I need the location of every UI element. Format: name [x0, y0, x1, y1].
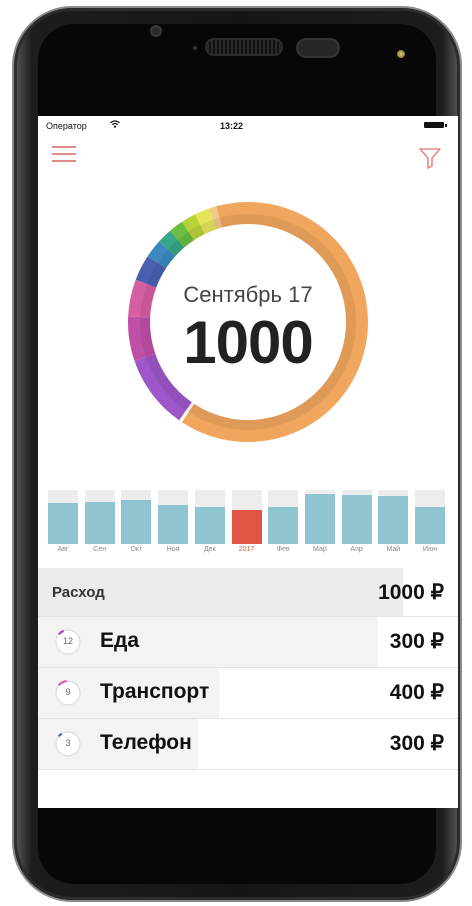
- front-sensor-pill: [298, 40, 338, 56]
- phone-count: 3: [65, 738, 71, 748]
- expense-list: Расход 1000 ₽ 12 Еда 300 ₽ 9 Транспорт 4…: [38, 568, 458, 770]
- app-screen: Оператор 13:22 Сентябрь 17 1000 Авг Сен Ок…: [38, 116, 458, 808]
- phone-amount: 300 ₽: [389, 732, 444, 755]
- wifi-icon: [110, 120, 120, 128]
- front-camera-icon: [152, 27, 160, 35]
- bar-label: Авг: [57, 546, 69, 553]
- bar-label: Июн: [422, 546, 438, 553]
- bar-Сен: [84, 502, 115, 544]
- bar-track[interactable]: [304, 490, 335, 544]
- expense-total-value: 1000 ₽: [378, 581, 444, 604]
- category-row-food[interactable]: 12 Еда 300 ₽: [38, 617, 458, 668]
- earpiece-speaker: [207, 40, 281, 54]
- food-label: Еда: [100, 629, 140, 652]
- bar-label: Ноя: [166, 546, 180, 553]
- bar-label: Май: [386, 546, 401, 553]
- category-row-phone[interactable]: 3 Телефон 300 ₽: [38, 719, 458, 770]
- transport-amount: 400 ₽: [389, 681, 444, 704]
- bar-track[interactable]: [84, 490, 115, 544]
- bar-Окт: [121, 500, 152, 544]
- status-bar: Оператор 13:22: [38, 116, 458, 136]
- monthly-bar-chart[interactable]: Авг Сен Окт Ноя Дек 2017 Фев Мар Апр Май Июн: [48, 490, 448, 558]
- bar-Ноя: [158, 505, 189, 544]
- bar-Май: [378, 496, 409, 544]
- category-row-transport[interactable]: 9 Транспорт 400 ₽: [38, 668, 458, 719]
- bar-Дек: [194, 507, 225, 544]
- notification-led: [397, 50, 405, 58]
- bar-label: Апр: [350, 546, 363, 553]
- bar-Авг: [48, 503, 78, 544]
- proximity-sensor: [193, 46, 197, 50]
- bar-Фев: [268, 507, 299, 544]
- bar-label: Окт: [130, 546, 143, 553]
- bar-label: Дек: [203, 546, 216, 553]
- bar-track[interactable]: [121, 490, 152, 544]
- spending-donut[interactable]: Сентябрь 17 1000: [126, 200, 370, 444]
- transport-label: Транспорт: [100, 680, 210, 703]
- bar-label: 2017: [238, 546, 255, 553]
- bar-track[interactable]: [268, 490, 299, 544]
- bar-Апр: [341, 495, 372, 544]
- bar-Июн: [415, 507, 445, 544]
- bar-2017: [231, 510, 262, 544]
- expense-total-row[interactable]: Расход 1000 ₽: [38, 568, 458, 617]
- bar-label: Сен: [93, 546, 107, 553]
- bar-label: Мар: [313, 546, 327, 553]
- carrier-name: Оператор: [46, 121, 87, 131]
- bar-track[interactable]: [378, 490, 409, 544]
- transport-count: 9: [65, 687, 71, 697]
- filter-funnel-icon[interactable]: [418, 146, 442, 170]
- donut-total-amount: 1000: [183, 309, 313, 376]
- donut-month-label: Сентябрь 17: [183, 282, 313, 307]
- expense-total-label: Расход: [52, 584, 105, 601]
- bar-track[interactable]: [48, 490, 78, 544]
- bar-track[interactable]: [231, 490, 262, 544]
- bar-Мар: [304, 494, 335, 544]
- bar-track[interactable]: [194, 490, 225, 544]
- bar-track[interactable]: [341, 490, 372, 544]
- battery-icon: [424, 122, 447, 128]
- bar-track[interactable]: [415, 490, 445, 544]
- phone-label: Телефон: [100, 731, 192, 754]
- food-count: 12: [62, 636, 73, 646]
- status-time: 13:22: [220, 121, 244, 131]
- hamburger-menu-icon[interactable]: [52, 146, 78, 166]
- bar-track[interactable]: [158, 490, 189, 544]
- bar-label: Фев: [276, 546, 290, 553]
- food-amount: 300 ₽: [389, 630, 444, 653]
